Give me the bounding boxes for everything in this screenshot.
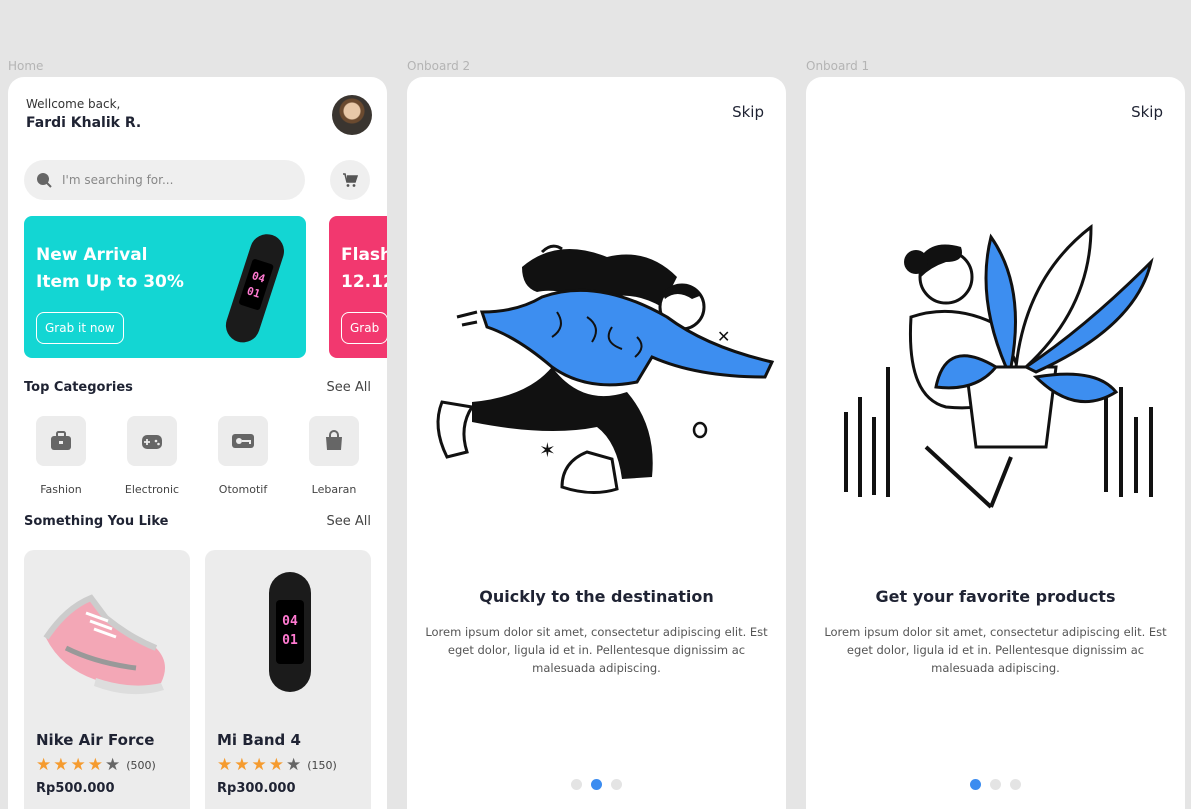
- search-icon: [37, 173, 52, 188]
- search-placeholder: I'm searching for...: [62, 173, 174, 187]
- categories-see-all-link[interactable]: See All: [327, 380, 372, 395]
- smart-band-image: 04 01: [225, 234, 285, 343]
- product-price: Rp300.000: [217, 781, 296, 796]
- mi-band-image: 04 01: [269, 572, 311, 692]
- svg-text:✕: ✕: [717, 327, 730, 346]
- banner-title: Flash 12.12: [341, 245, 387, 292]
- product-price: Rp500.000: [36, 781, 115, 796]
- star-icon: ★: [251, 755, 267, 775]
- frame-label-home: Home: [8, 59, 44, 73]
- top-categories-title: Top Categories: [24, 380, 133, 395]
- star-icon: ★: [87, 755, 103, 775]
- star-icon: ★: [53, 755, 69, 775]
- product-card-nike[interactable]: Nike Air Force ★ ★ ★ ★ ★ (500) Rp500.000: [24, 550, 190, 809]
- svg-text:01: 01: [282, 633, 298, 648]
- svg-text:✶: ✶: [539, 438, 556, 462]
- page-dot-1[interactable]: [970, 779, 981, 790]
- page-dot-1[interactable]: [571, 779, 582, 790]
- shopping-bag-icon: [326, 430, 342, 450]
- rating-stars: ★ ★ ★ ★ ★ (150): [217, 756, 337, 774]
- frame-label-onboard1: Onboard 1: [806, 59, 870, 73]
- user-name: Fardi Khalik R.: [26, 115, 142, 131]
- promo-banner-flash[interactable]: Flash 12.12 Grab: [329, 216, 387, 358]
- avatar[interactable]: [332, 95, 372, 135]
- page-indicator: [407, 779, 786, 790]
- onboard1-screen: Skip Get your favorite products Lorem ip…: [806, 77, 1185, 809]
- onboard-title: Quickly to the destination: [479, 587, 714, 606]
- onboard-title: Get your favorite products: [875, 587, 1116, 606]
- onboard-description: Lorem ipsum dolor sit amet, consectetur …: [425, 625, 768, 675]
- sneaker-image: [43, 594, 165, 695]
- frame-label-onboard2: Onboard 2: [407, 59, 471, 73]
- page-indicator: [806, 779, 1185, 790]
- briefcase-icon: [51, 431, 71, 450]
- cart-button[interactable]: [330, 160, 370, 200]
- cart-icon: [343, 173, 358, 187]
- promo-banner-new-arrival[interactable]: New Arrival Item Up to 30% Grab it now 0…: [24, 216, 306, 358]
- star-icon: ★: [268, 755, 284, 775]
- skip-button[interactable]: Skip: [732, 103, 764, 121]
- page-dot-2[interactable]: [591, 779, 602, 790]
- product-name: Mi Band 4: [217, 731, 301, 749]
- running-person-illustration: ✶ ✕: [436, 244, 775, 494]
- rating-stars: ★ ★ ★ ★ ★ (500): [36, 756, 156, 774]
- grab-button[interactable]: Grab: [341, 312, 387, 344]
- star-icon: ★: [217, 755, 233, 775]
- home-screen: Wellcome back, Fardi Khalik R. I'm searc…: [8, 77, 387, 809]
- page-dot-2[interactable]: [990, 779, 1001, 790]
- review-count: (150): [307, 758, 337, 772]
- star-icon: ★: [286, 755, 302, 775]
- gamepad-icon: [142, 435, 162, 449]
- star-icon: ★: [36, 755, 52, 775]
- star-icon: ★: [70, 755, 86, 775]
- banner-title: New Arrival Item Up to 30%: [36, 245, 184, 292]
- skip-button[interactable]: Skip: [1131, 103, 1163, 121]
- category-lebaran[interactable]: Lebaran: [304, 416, 364, 496]
- plant-holding-person-illustration: [844, 223, 1154, 509]
- something-you-like-title: Something You Like: [24, 514, 169, 529]
- star-icon: ★: [234, 755, 250, 775]
- svg-text:04: 04: [282, 614, 298, 629]
- products-see-all-link[interactable]: See All: [327, 514, 372, 529]
- category-otomotif[interactable]: Otomotif: [213, 416, 273, 496]
- grab-it-now-button[interactable]: Grab it now: [36, 312, 124, 344]
- star-icon: ★: [105, 755, 121, 775]
- welcome-text: Wellcome back,: [26, 97, 121, 111]
- review-count: (500): [126, 758, 156, 772]
- key-icon: [232, 434, 254, 448]
- category-electronic[interactable]: Electronic: [122, 416, 182, 496]
- product-name: Nike Air Force: [36, 731, 155, 749]
- product-card-mi-band[interactable]: 04 01 Mi Band 4 ★ ★ ★ ★ ★ (150) Rp300.000: [205, 550, 371, 809]
- onboard-description: Lorem ipsum dolor sit amet, consectetur …: [824, 625, 1167, 675]
- onboard2-screen: Skip ✶ ✕ Quickly to the destination Lore…: [407, 77, 786, 809]
- search-input[interactable]: I'm searching for...: [24, 160, 305, 200]
- category-fashion[interactable]: Fashion: [31, 416, 91, 496]
- page-dot-3[interactable]: [611, 779, 622, 790]
- page-dot-3[interactable]: [1010, 779, 1021, 790]
